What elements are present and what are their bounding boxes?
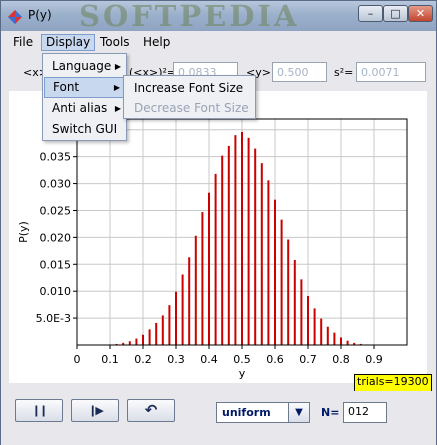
- menu-item-label: Switch GUI: [52, 122, 118, 136]
- bar: [320, 318, 323, 345]
- controls-bar: ❙❙ ❙▶ ↶ uniform ▼ N= 012: [1, 391, 436, 445]
- y-tick-label: 0.030: [40, 178, 72, 191]
- y-mean-field[interactable]: 0.500: [272, 62, 327, 82]
- maximize-button[interactable]: □: [383, 5, 408, 22]
- menu-bar: File Display Tools Help: [1, 31, 436, 53]
- bar: [260, 163, 263, 345]
- bar: [181, 274, 184, 345]
- bar: [241, 131, 243, 345]
- y-tick-label: 0.025: [40, 204, 72, 217]
- variance-label: s²=: [334, 66, 354, 79]
- app-icon: [8, 10, 22, 24]
- menu-help[interactable]: Help: [139, 34, 174, 51]
- menu-file[interactable]: File: [9, 34, 37, 51]
- distribution-value: uniform: [222, 406, 271, 419]
- app-window: P(y) SOFTPEDIA – □ ✕ File Display Tools …: [0, 0, 437, 445]
- menu-item-language[interactable]: Language ▶: [44, 56, 125, 77]
- x-tick-label: 0.6: [266, 353, 284, 366]
- submenu-arrow-icon: ▶: [114, 104, 121, 113]
- x-axis-label: y: [239, 367, 246, 380]
- menu-item-increase-font[interactable]: Increase Font Size: [125, 78, 254, 98]
- menu-tools[interactable]: Tools: [96, 34, 134, 51]
- display-menu-dropdown: Language ▶ Font ▶ Anti alias ▶ Switch GU…: [42, 53, 127, 141]
- bar: [148, 329, 151, 345]
- pause-button[interactable]: ❙❙: [15, 399, 63, 422]
- submenu-arrow-icon: ▶: [113, 83, 120, 92]
- step-button[interactable]: ❙▶: [71, 399, 119, 422]
- close-button[interactable]: ✕: [408, 5, 433, 22]
- x-tick-label: 0.3: [167, 353, 185, 366]
- variance-field[interactable]: 0.0071: [356, 62, 426, 82]
- bar: [300, 279, 303, 345]
- n-label: N=: [321, 406, 340, 419]
- bar: [142, 334, 144, 345]
- bar: [168, 305, 171, 345]
- menu-item-decrease-font[interactable]: Decrease Font Size: [125, 98, 254, 118]
- bar: [307, 296, 309, 345]
- bar: [287, 239, 290, 345]
- submenu-arrow-icon: ▶: [114, 62, 121, 71]
- bar: [293, 259, 296, 345]
- bar: [194, 235, 197, 345]
- bar: [221, 155, 224, 345]
- x-tick-label: 0.5: [233, 353, 251, 366]
- bar: [326, 326, 329, 345]
- bar: [340, 337, 342, 345]
- watermark-logo: SOFTPEDIA: [79, 0, 300, 33]
- title-bar[interactable]: P(y) SOFTPEDIA – □ ✕: [1, 0, 436, 33]
- x-tick-label: 0: [74, 353, 81, 366]
- menu-item-label: Anti alias: [52, 101, 108, 115]
- reset-icon: ↶: [144, 401, 158, 419]
- bar: [201, 212, 204, 345]
- chevron-down-icon[interactable]: ▼: [288, 403, 309, 422]
- bar: [274, 199, 276, 345]
- bar: [155, 322, 158, 345]
- x-tick-label: 0.4: [200, 353, 218, 366]
- y-axis-label: P(y): [17, 221, 30, 243]
- bar: [188, 257, 191, 345]
- bar: [234, 135, 237, 345]
- font-submenu: Increase Font Size Decrease Font Size: [123, 75, 256, 119]
- bar: [280, 219, 283, 345]
- distribution-select[interactable]: uniform ▼: [216, 402, 310, 423]
- reset-button[interactable]: ↶: [127, 399, 175, 422]
- bar: [128, 341, 131, 345]
- bar: [227, 145, 230, 345]
- step-icon: ❙▶: [88, 404, 104, 417]
- x-tick-label: 0.8: [332, 353, 350, 366]
- bar: [254, 148, 257, 345]
- x-tick-label: 0.1: [101, 353, 119, 366]
- y-tick-label: 0.035: [40, 151, 72, 164]
- menu-item-switch-gui[interactable]: Switch GUI: [44, 119, 125, 140]
- bar: [208, 192, 210, 345]
- menu-item-label: Font: [53, 80, 80, 94]
- trials-badge: trials=19300: [354, 374, 432, 392]
- bar: [214, 173, 217, 345]
- y-tick-label: 0.010: [40, 285, 72, 298]
- menu-item-font[interactable]: Font ▶: [44, 77, 125, 98]
- bar: [175, 291, 177, 345]
- x-tick-label: 0.2: [134, 353, 152, 366]
- bar: [333, 332, 336, 345]
- y-tick-label: 0.020: [40, 231, 72, 244]
- bar: [161, 315, 164, 345]
- pause-icon: ❙❙: [31, 404, 49, 417]
- bar: [346, 340, 349, 345]
- n-input[interactable]: 012: [343, 402, 387, 423]
- y-tick-label: 5.0E-3: [36, 312, 71, 325]
- bar: [267, 180, 270, 345]
- bar: [247, 137, 250, 345]
- bar: [313, 308, 316, 345]
- bar: [135, 338, 138, 345]
- window-title: P(y): [28, 8, 52, 22]
- menu-display[interactable]: Display: [41, 34, 96, 51]
- x-tick-label: 0.9: [365, 353, 383, 366]
- menu-item-label: Language: [52, 59, 112, 73]
- menu-item-anti-alias[interactable]: Anti alias ▶: [44, 98, 125, 119]
- minimize-button[interactable]: –: [358, 5, 383, 22]
- y-tick-label: 0.015: [40, 258, 72, 271]
- x-tick-label: 0.7: [299, 353, 317, 366]
